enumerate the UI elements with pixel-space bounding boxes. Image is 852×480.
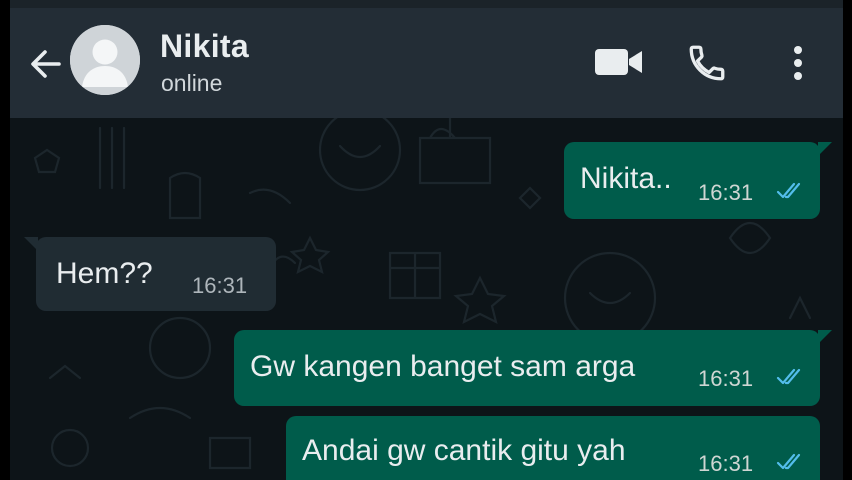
message-text: Hem??	[56, 257, 153, 290]
chat-header: Nikita online	[10, 8, 843, 118]
contact-name[interactable]: Nikita	[160, 28, 249, 65]
bubble-tail	[818, 142, 832, 156]
chat-screen: Nikita online Nikita.. 16:31 Hem?? 16:31…	[10, 0, 843, 480]
message-text: Nikita..	[580, 162, 672, 195]
voice-call-icon[interactable]	[686, 42, 728, 84]
bubble-tail	[24, 237, 38, 251]
message-bubble-incoming[interactable]: Hem?? 16:31	[24, 237, 276, 311]
read-ticks-icon	[776, 182, 801, 199]
message-time: 16:31	[192, 273, 248, 298]
avatar[interactable]	[70, 25, 140, 95]
message-time: 16:31	[698, 366, 754, 391]
bubble-tail	[818, 330, 832, 344]
video-call-icon[interactable]	[594, 46, 644, 78]
avatar-placeholder-icon	[70, 25, 140, 95]
message-text: Gw kangen banget sam arga	[250, 350, 636, 383]
read-ticks-icon	[776, 453, 801, 470]
contact-status: online	[161, 70, 223, 96]
read-ticks-icon	[776, 368, 801, 385]
message-bubble-outgoing[interactable]: Gw kangen banget sam arga 16:31	[234, 330, 832, 406]
status-bar	[10, 0, 843, 8]
more-options-icon[interactable]	[790, 44, 806, 84]
message-text: Andai gw cantik gitu yah	[302, 434, 626, 467]
message-time: 16:31	[698, 451, 754, 476]
message-time: 16:31	[698, 180, 754, 205]
message-bubble-outgoing[interactable]: Andai gw cantik gitu yah 16:31	[286, 416, 820, 480]
message-list[interactable]: Nikita.. 16:31 Hem?? 16:31 Gw kangen ban…	[10, 118, 843, 480]
back-arrow-icon[interactable]	[26, 44, 66, 84]
message-bubble-outgoing[interactable]: Nikita.. 16:31	[564, 142, 832, 219]
